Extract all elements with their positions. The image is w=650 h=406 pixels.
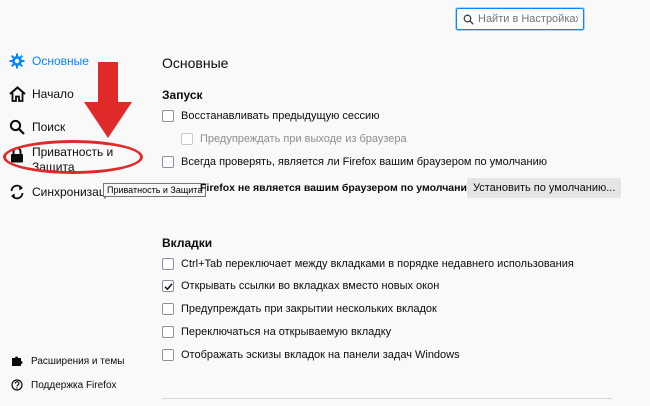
search-icon <box>463 14 474 25</box>
checkbox[interactable] <box>162 326 174 338</box>
section-heading-tabs: Вкладки <box>162 236 213 250</box>
sidebar-item-label: Начало <box>32 87 74 101</box>
checkbox[interactable] <box>162 303 174 315</box>
checkbox-warn-close-tabs[interactable]: Предупреждать при закрытии нескольких вк… <box>162 303 437 315</box>
page-title: Основные <box>162 55 229 71</box>
checkbox-check-default[interactable]: Всегда проверять, является ли Firefox ва… <box>162 156 547 168</box>
checkbox-taskbar-previews[interactable]: Отображать эскизы вкладок на панели зада… <box>162 349 460 361</box>
checkbox[interactable] <box>162 156 174 168</box>
home-icon <box>8 85 26 103</box>
sidebar-item-addons[interactable]: Расширения и темы <box>10 354 124 368</box>
checkbox-open-links-in-tabs[interactable]: Открывать ссылки во вкладках вместо новы… <box>162 280 439 292</box>
sidebar-item-label: Поиск <box>32 120 66 134</box>
sidebar-item-support[interactable]: Поддержка Firefox <box>10 378 117 392</box>
checkbox-label: Открывать ссылки во вкладках вместо новы… <box>181 280 440 292</box>
help-icon <box>10 378 24 392</box>
checkbox[interactable] <box>181 133 193 145</box>
sidebar-item-search[interactable]: Поиск <box>8 118 65 136</box>
tooltip: Приватность и Защита <box>103 183 207 197</box>
checkbox[interactable] <box>162 110 174 122</box>
sidebar-item-home[interactable]: Начало <box>8 85 74 103</box>
checkbox-restore-session[interactable]: Восстанавливать предыдущую сессию <box>162 110 379 122</box>
checkbox[interactable] <box>162 349 174 361</box>
checkbox-label: Ctrl+Tab переключает между вкладками в п… <box>181 258 574 270</box>
checkbox-ctrl-tab[interactable]: Ctrl+Tab переключает между вкладками в п… <box>162 258 574 270</box>
checkbox-label: Предупреждать при закрытии нескольких вк… <box>181 303 437 315</box>
annotation-arrow-down-icon <box>84 62 132 138</box>
sidebar-footer-label: Поддержка Firefox <box>31 379 117 391</box>
checkbox-label: Предупреждать при выходе из браузера <box>200 133 407 145</box>
checkbox-label: Отображать эскизы вкладок на панели зада… <box>181 349 460 361</box>
default-browser-status: Firefox не является вашим браузером по у… <box>200 182 476 194</box>
checkmark-icon <box>163 282 173 290</box>
checkbox-switch-to-new-tab[interactable]: Переключаться на открываемую вкладку <box>162 326 391 338</box>
checkbox[interactable] <box>162 258 174 270</box>
search-icon <box>8 118 26 136</box>
set-default-button[interactable]: Установить по умолчанию... <box>467 178 622 198</box>
sidebar-item-general[interactable]: Основные <box>8 52 89 70</box>
puzzle-icon <box>10 354 24 368</box>
gear-icon <box>8 52 26 70</box>
checkbox-label: Всегда проверять, является ли Firefox ва… <box>181 156 547 168</box>
checkbox-label: Переключаться на открываемую вкладку <box>181 326 392 338</box>
sidebar-item-label: Основные <box>32 54 89 68</box>
settings-search-field[interactable] <box>456 8 584 30</box>
checkbox[interactable] <box>162 280 174 292</box>
divider <box>162 398 612 399</box>
checkbox-label: Восстанавливать предыдущую сессию <box>181 110 380 122</box>
section-heading-startup: Запуск <box>162 88 203 102</box>
checkbox-warn-on-quit[interactable]: Предупреждать при выходе из браузера <box>181 133 407 145</box>
search-input[interactable] <box>478 13 578 25</box>
sidebar-footer-label: Расширения и темы <box>31 355 125 367</box>
sync-icon <box>8 183 26 201</box>
annotation-highlight-ellipse <box>3 140 143 174</box>
